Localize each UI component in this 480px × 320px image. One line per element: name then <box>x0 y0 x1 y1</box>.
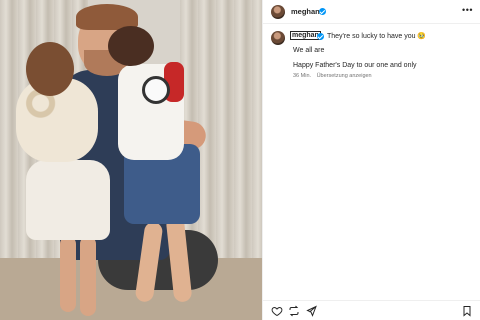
more-horizontal-icon[interactable]: ••• <box>462 5 473 15</box>
girl-dress <box>26 160 110 240</box>
caption-username[interactable]: meghan <box>290 31 321 40</box>
girl-leg <box>60 236 76 312</box>
verified-badge-icon <box>319 7 326 15</box>
post-time[interactable]: 36 Min. <box>293 73 311 79</box>
avatar[interactable] <box>271 5 285 19</box>
soccer-ball-print <box>142 76 170 104</box>
bookmark-icon[interactable] <box>461 305 473 317</box>
heart-icon[interactable] <box>271 305 283 317</box>
caption-line: Happy Father's Day to our one and only <box>293 62 417 69</box>
translate-link[interactable]: Übersetzung anzeigen <box>317 73 372 79</box>
verified-badge-icon <box>317 32 324 40</box>
caption-line: We all are <box>293 47 325 54</box>
post-header: meghan ••• <box>263 0 480 24</box>
post-username[interactable]: meghan <box>291 7 320 16</box>
caption-meta: 36 Min. Übersetzung anzeigen <box>293 73 372 79</box>
caption-text: They're so lucky to have you 🥹 <box>327 33 427 40</box>
repost-icon[interactable] <box>288 305 300 317</box>
post-details-panel: meghan ••• meghan They're so lucky to ha… <box>262 0 480 320</box>
send-icon[interactable] <box>305 305 317 317</box>
girl-head <box>26 42 74 96</box>
boy-head <box>108 26 154 66</box>
caption-avatar[interactable] <box>271 31 285 45</box>
girl-leg <box>80 236 96 316</box>
post-photo[interactable] <box>0 0 262 320</box>
action-bar <box>263 300 480 320</box>
